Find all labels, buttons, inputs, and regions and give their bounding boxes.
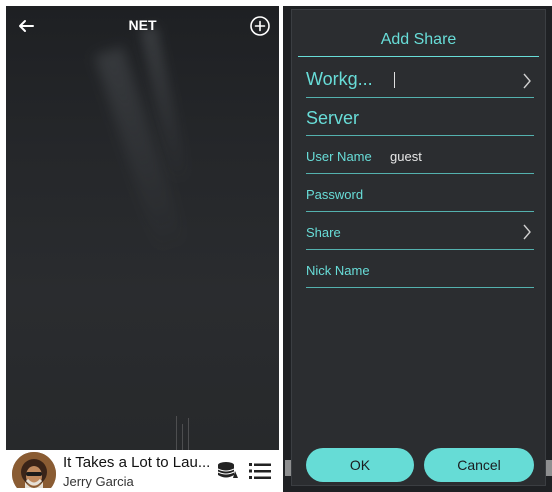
dialog-title: Add Share	[380, 31, 457, 48]
top-bar: NET	[6, 6, 279, 46]
storage-button[interactable]	[216, 460, 240, 482]
page-title: NET	[128, 17, 157, 33]
server-field[interactable]: Server	[306, 98, 534, 136]
password-field[interactable]: Password	[306, 174, 534, 212]
net-screen: NET It Takes a Lot to Lau... Jerry Garci…	[6, 6, 279, 488]
album-art[interactable]	[12, 452, 56, 488]
cancel-button[interactable]: Cancel	[424, 448, 534, 482]
queue-button[interactable]	[248, 460, 272, 482]
add-share-dialog: Add Share Workg... Server User Name gues…	[291, 9, 546, 486]
storage-icon	[217, 462, 238, 478]
share-field[interactable]: Share	[306, 212, 534, 250]
add-circle-icon	[250, 16, 270, 36]
background-poles	[174, 414, 194, 454]
share-label: Share	[306, 225, 341, 240]
server-label: Server	[306, 108, 360, 128]
title-divider	[298, 56, 539, 57]
password-label: Password	[306, 187, 364, 202]
ok-button[interactable]: OK	[306, 448, 414, 482]
nick-name-field[interactable]: Nick Name	[306, 250, 534, 288]
song-artist: Jerry Garcia	[63, 474, 134, 488]
nick-name-label: Nick Name	[306, 263, 370, 278]
add-button[interactable]	[249, 15, 271, 37]
user-name-field[interactable]: User Name guest	[306, 136, 534, 174]
user-name-label: User Name	[306, 149, 372, 164]
now-playing-bar[interactable]: It Takes a Lot to Lau... Jerry Garcia	[6, 450, 279, 488]
workgroup-field[interactable]: Workg...	[306, 60, 534, 98]
field-divider	[306, 287, 534, 288]
chevron-right-icon[interactable]	[522, 73, 532, 89]
album-art-image	[12, 452, 56, 488]
screenshot: NET It Takes a Lot to Lau... Jerry Garci…	[0, 0, 552, 492]
queue-list-icon	[249, 463, 271, 479]
song-title: It Takes a Lot to Lau...	[63, 454, 211, 471]
text-cursor	[394, 72, 395, 88]
chevron-right-icon[interactable]	[522, 224, 532, 240]
workgroup-label: Workg...	[306, 69, 373, 89]
background-icon	[545, 460, 552, 476]
user-name-value[interactable]: guest	[390, 149, 422, 164]
add-share-screen: Add Share Workg... Server User Name gues…	[283, 6, 552, 492]
